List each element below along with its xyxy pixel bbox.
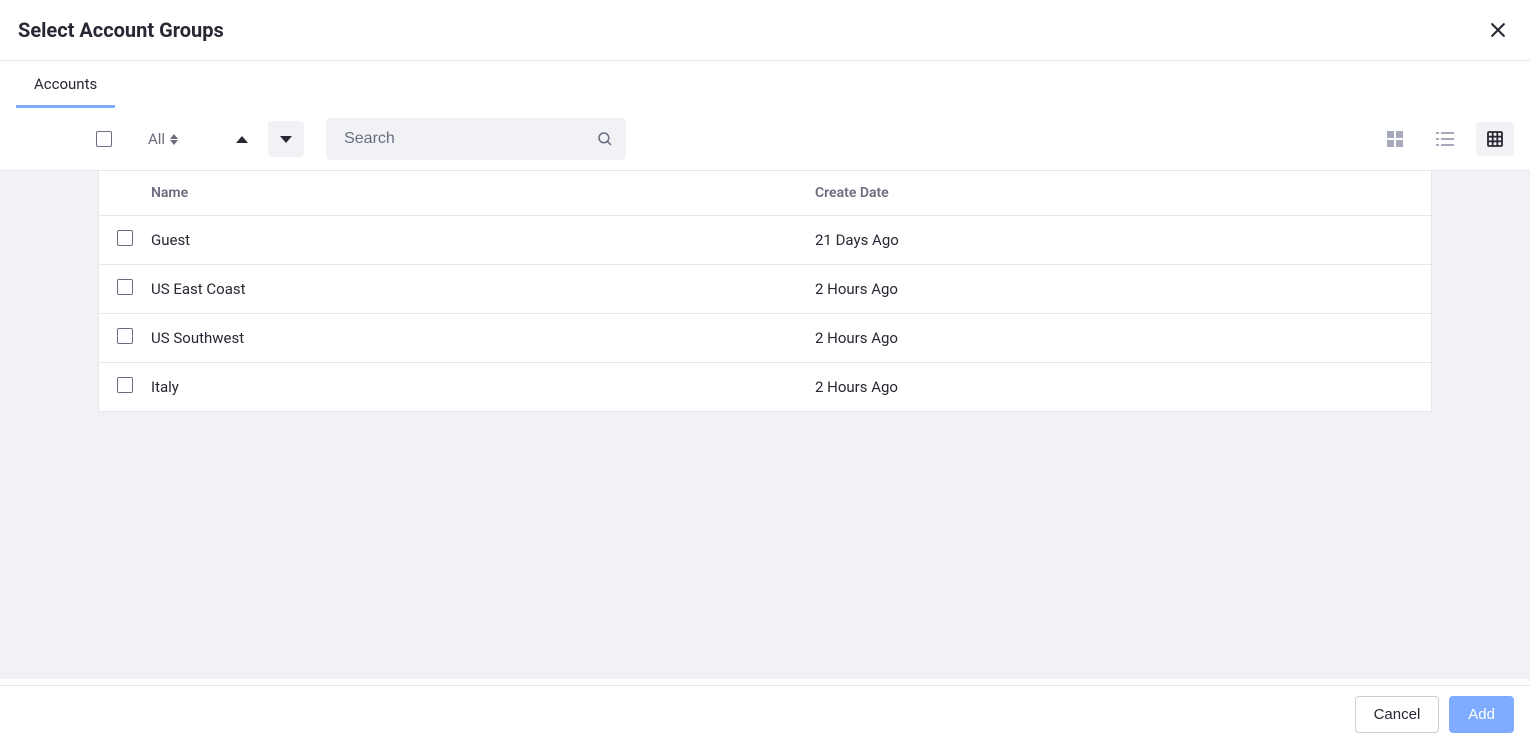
tab-accounts[interactable]: Accounts bbox=[16, 61, 115, 108]
table-row[interactable]: US East Coast2 Hours Ago bbox=[99, 265, 1431, 314]
row-checkbox-cell bbox=[99, 314, 151, 363]
row-create-date: 2 Hours Ago bbox=[799, 314, 1431, 363]
search-input[interactable] bbox=[344, 130, 596, 148]
row-checkbox[interactable] bbox=[117, 230, 133, 246]
row-checkbox[interactable] bbox=[117, 328, 133, 344]
accounts-table: Name Create Date Guest21 Days AgoUS East… bbox=[99, 171, 1431, 411]
row-name: US East Coast bbox=[151, 265, 799, 314]
column-header-select bbox=[99, 171, 151, 216]
table-icon bbox=[1487, 131, 1503, 147]
toolbar-right bbox=[1376, 122, 1514, 156]
row-name: Guest bbox=[151, 216, 799, 265]
sort-desc-button[interactable] bbox=[268, 121, 304, 157]
toolbar: All bbox=[0, 108, 1530, 171]
close-button[interactable] bbox=[1484, 16, 1512, 44]
content-area: Name Create Date Guest21 Days AgoUS East… bbox=[0, 171, 1530, 679]
row-checkbox[interactable] bbox=[117, 279, 133, 295]
table-header-row: Name Create Date bbox=[99, 171, 1431, 216]
row-create-date: 2 Hours Ago bbox=[799, 265, 1431, 314]
filter-label: All bbox=[148, 130, 165, 148]
modal-footer: Cancel Add bbox=[0, 685, 1530, 743]
close-icon bbox=[1488, 20, 1508, 40]
row-create-date: 2 Hours Ago bbox=[799, 363, 1431, 412]
table-row[interactable]: Italy2 Hours Ago bbox=[99, 363, 1431, 412]
modal-header: Select Account Groups bbox=[0, 0, 1530, 61]
list-icon bbox=[1436, 132, 1454, 146]
table-row[interactable]: US Southwest2 Hours Ago bbox=[99, 314, 1431, 363]
view-cards-button[interactable] bbox=[1376, 122, 1414, 156]
updown-icon bbox=[170, 134, 178, 145]
select-all-checkbox[interactable] bbox=[96, 131, 112, 147]
caret-down-icon bbox=[280, 136, 292, 143]
caret-up-icon bbox=[236, 136, 248, 143]
tab-bar: Accounts bbox=[0, 61, 1530, 108]
row-checkbox-cell bbox=[99, 265, 151, 314]
add-button[interactable]: Add bbox=[1449, 696, 1514, 733]
accounts-table-container: Name Create Date Guest21 Days AgoUS East… bbox=[98, 171, 1432, 412]
column-header-name[interactable]: Name bbox=[151, 171, 799, 216]
toolbar-left: All bbox=[96, 118, 626, 160]
row-name: US Southwest bbox=[151, 314, 799, 363]
column-header-create-date[interactable]: Create Date bbox=[799, 171, 1431, 216]
table-row[interactable]: Guest21 Days Ago bbox=[99, 216, 1431, 265]
row-checkbox-cell bbox=[99, 363, 151, 412]
sort-asc-button[interactable] bbox=[224, 121, 260, 157]
search-box[interactable] bbox=[326, 118, 626, 160]
row-name: Italy bbox=[151, 363, 799, 412]
row-checkbox[interactable] bbox=[117, 377, 133, 393]
filter-dropdown[interactable]: All bbox=[142, 126, 184, 152]
page-title: Select Account Groups bbox=[18, 18, 224, 42]
cards-icon bbox=[1387, 131, 1403, 147]
row-checkbox-cell bbox=[99, 216, 151, 265]
row-create-date: 21 Days Ago bbox=[799, 216, 1431, 265]
view-table-button[interactable] bbox=[1476, 122, 1514, 156]
view-list-button[interactable] bbox=[1426, 122, 1464, 156]
search-icon bbox=[596, 130, 614, 148]
cancel-button[interactable]: Cancel bbox=[1355, 696, 1440, 733]
